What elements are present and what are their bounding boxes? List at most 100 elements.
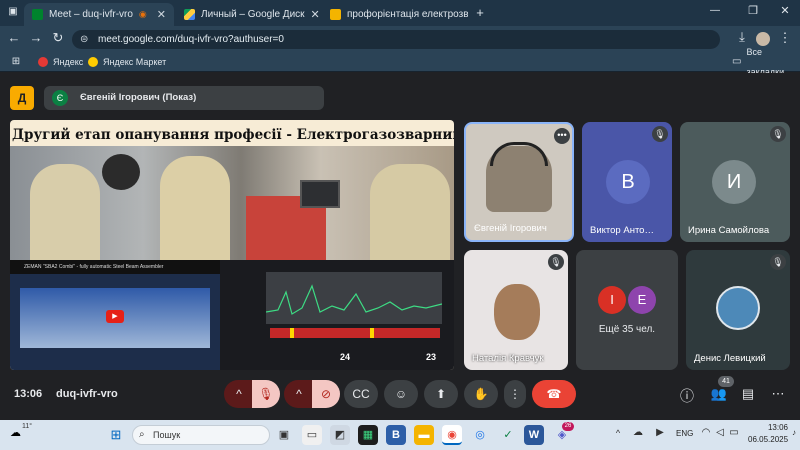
participant-tile[interactable]: 🎙 Денис Левицкий bbox=[686, 250, 790, 370]
tab-title: профорієнтація електрозварн bbox=[347, 9, 468, 20]
raise-hand-button[interactable]: ✋ bbox=[464, 380, 498, 408]
more-options-button[interactable]: ⋮ bbox=[504, 380, 526, 408]
volume-icon[interactable]: ◁ bbox=[714, 427, 726, 438]
emoji-icon: ☺ bbox=[394, 387, 408, 401]
marker bbox=[290, 328, 294, 338]
app-icon[interactable]: ▭ bbox=[302, 425, 322, 445]
folder-icon: ▭ bbox=[732, 56, 742, 67]
bookmark-label: Яндекс bbox=[53, 57, 84, 67]
captions-icon: CC bbox=[352, 387, 370, 401]
battery-icon[interactable]: ▭ bbox=[728, 427, 740, 438]
gauge-value: 24 bbox=[340, 352, 351, 362]
present-button[interactable]: ⬆ bbox=[424, 380, 458, 408]
search-icon: ⌕ bbox=[139, 429, 145, 440]
other-avatar: Е bbox=[628, 286, 656, 314]
url-text: meet.google.com/duq-ivfr-vro?authuser=0 bbox=[98, 34, 284, 45]
mic-off-icon: 🎙 bbox=[770, 254, 786, 270]
slides-favicon-icon bbox=[330, 9, 341, 20]
close-tab-icon[interactable]: ✕ bbox=[311, 8, 320, 21]
search-box[interactable]: ⌕ Пошук bbox=[132, 425, 270, 445]
all-bookmarks[interactable]: ▭ Все закладки bbox=[732, 47, 800, 77]
start-icon[interactable]: ⊞ bbox=[106, 425, 126, 445]
wifi-icon[interactable]: ◠ bbox=[700, 427, 712, 438]
participant-tile[interactable]: 🎙 И Ирина Самойлова bbox=[680, 122, 790, 242]
tab-title: Meet – duq-ivfr-vro bbox=[49, 9, 133, 20]
activities-icon[interactable]: ⋯ bbox=[770, 386, 786, 402]
people-icon[interactable]: 👥 bbox=[710, 386, 728, 402]
video-options-button[interactable]: ^ bbox=[284, 380, 314, 408]
more-options-icon[interactable]: ••• bbox=[554, 128, 570, 144]
participant-video bbox=[494, 284, 540, 340]
meet-tray-icon[interactable]: ▶ bbox=[654, 427, 666, 438]
tab-meet[interactable]: Meet – duq-ivfr-vro ◉ ✕ bbox=[24, 3, 174, 26]
clock-date[interactable]: 06.05.2025 bbox=[748, 435, 788, 444]
welder-figure bbox=[370, 164, 450, 274]
camera-toggle-button[interactable]: ⊘ bbox=[312, 380, 340, 408]
leave-call-button[interactable]: ☎ bbox=[532, 380, 576, 408]
app-icon[interactable]: ✓ bbox=[498, 425, 518, 445]
app-icon[interactable]: ▦ bbox=[358, 425, 378, 445]
mic-off-icon: 🎙 bbox=[548, 254, 564, 270]
app-icon[interactable]: ◩ bbox=[330, 425, 350, 445]
participant-name: Наталія Кравчук bbox=[472, 353, 544, 364]
cloud-icon[interactable]: ☁ bbox=[632, 427, 644, 438]
chevron-up-icon[interactable]: ^ bbox=[612, 428, 624, 438]
apps-grid-icon[interactable]: ⊞ bbox=[10, 56, 22, 67]
search-placeholder: Пошук bbox=[153, 430, 181, 440]
mic-toggle-button[interactable]: 🎙 bbox=[252, 380, 280, 408]
info-icon[interactable]: ⓘ bbox=[678, 386, 696, 406]
participant-avatar-photo bbox=[716, 286, 760, 330]
camera-off-icon: ⊘ bbox=[320, 387, 332, 401]
clock-time[interactable]: 13:06 bbox=[748, 423, 788, 432]
tab-search-icon[interactable]: ▣ bbox=[6, 6, 20, 20]
tab-drive[interactable]: Личный – Google Диск ✕ bbox=[176, 3, 320, 26]
hang-up-icon: ☎ bbox=[546, 387, 562, 401]
participant-tile[interactable]: 🎙 В Виктор Анто… bbox=[582, 122, 672, 242]
reload-icon[interactable]: ↻ bbox=[50, 30, 66, 46]
slide-title: Другий етап опанування професії - Електр… bbox=[12, 127, 454, 143]
video-thumbnail[interactable]: ZEMAN "SBA2 Combi" - fully automatic Ste… bbox=[10, 260, 220, 370]
weather-icon[interactable]: ☁ bbox=[10, 426, 21, 439]
play-icon[interactable]: ▶ bbox=[106, 310, 124, 323]
others-tile[interactable]: І Е Ещё 35 чел. bbox=[576, 250, 678, 370]
address-bar[interactable]: ⊜ meet.google.com/duq-ivfr-vro?authuser=… bbox=[72, 30, 720, 49]
task-view-icon[interactable]: ▣ bbox=[274, 425, 294, 445]
bookmark-yandex[interactable]: Яндекс bbox=[38, 52, 83, 72]
mic-off-icon: 🎙 bbox=[652, 126, 668, 142]
participant-tile[interactable]: ••• Євгеній Ігорович bbox=[464, 122, 574, 242]
taskbar: ☁ 11° ⊞ ⌕ Пошук ▣ ▭ ◩ ▦ B ▬ ◉ ◎ ✓ W ◈ 26… bbox=[0, 420, 800, 450]
new-tab-icon[interactable]: + bbox=[472, 5, 488, 20]
weather-temp: 11° bbox=[22, 423, 33, 430]
other-avatar: І bbox=[598, 286, 626, 314]
close-window-icon[interactable]: ✕ bbox=[778, 4, 792, 17]
language-indicator[interactable]: ENG bbox=[676, 429, 693, 438]
presenter-banner: Є Євгеній Ігорович (Показ) bbox=[44, 86, 324, 110]
site-info-icon[interactable]: ⊜ bbox=[80, 30, 88, 49]
tab-slides[interactable]: профорієнтація електрозварн ✕ bbox=[322, 3, 468, 26]
meet-favicon-icon bbox=[32, 9, 43, 20]
notifications-bell-icon[interactable]: ♪ bbox=[790, 428, 798, 437]
others-count: Ещё 35 чел. bbox=[598, 324, 656, 335]
edge-icon[interactable]: ◎ bbox=[470, 425, 490, 445]
participant-name: Євгеній Ігорович bbox=[474, 223, 547, 234]
welding-mask bbox=[102, 154, 140, 190]
audio-options-button[interactable]: ^ bbox=[224, 380, 254, 408]
bookmark-label: Яндекс Маркет bbox=[103, 57, 167, 67]
forward-icon[interactable]: → bbox=[28, 30, 44, 45]
reactions-button[interactable]: ☺ bbox=[384, 380, 418, 408]
participant-tile[interactable]: 🎙 Наталія Кравчук bbox=[464, 250, 568, 370]
close-tab-icon[interactable]: ✕ bbox=[157, 8, 166, 21]
maximize-icon[interactable]: ❐ bbox=[746, 4, 760, 17]
more-vert-icon: ⋮ bbox=[509, 387, 521, 401]
chrome-icon[interactable]: ◉ bbox=[442, 425, 462, 445]
word-icon[interactable]: W bbox=[524, 425, 544, 445]
back-icon[interactable]: ← bbox=[6, 30, 22, 45]
bookmark-yandex-market[interactable]: Яндекс Маркет bbox=[88, 52, 166, 72]
minimize-icon[interactable]: — bbox=[708, 5, 722, 16]
marker bbox=[370, 328, 374, 338]
participant-name: Ирина Самойлова bbox=[688, 225, 770, 236]
chat-icon[interactable]: ▤ bbox=[740, 386, 756, 402]
captions-button[interactable]: CC bbox=[344, 380, 378, 408]
folder-icon[interactable]: ▬ bbox=[414, 425, 434, 445]
app-icon[interactable]: B bbox=[386, 425, 406, 445]
